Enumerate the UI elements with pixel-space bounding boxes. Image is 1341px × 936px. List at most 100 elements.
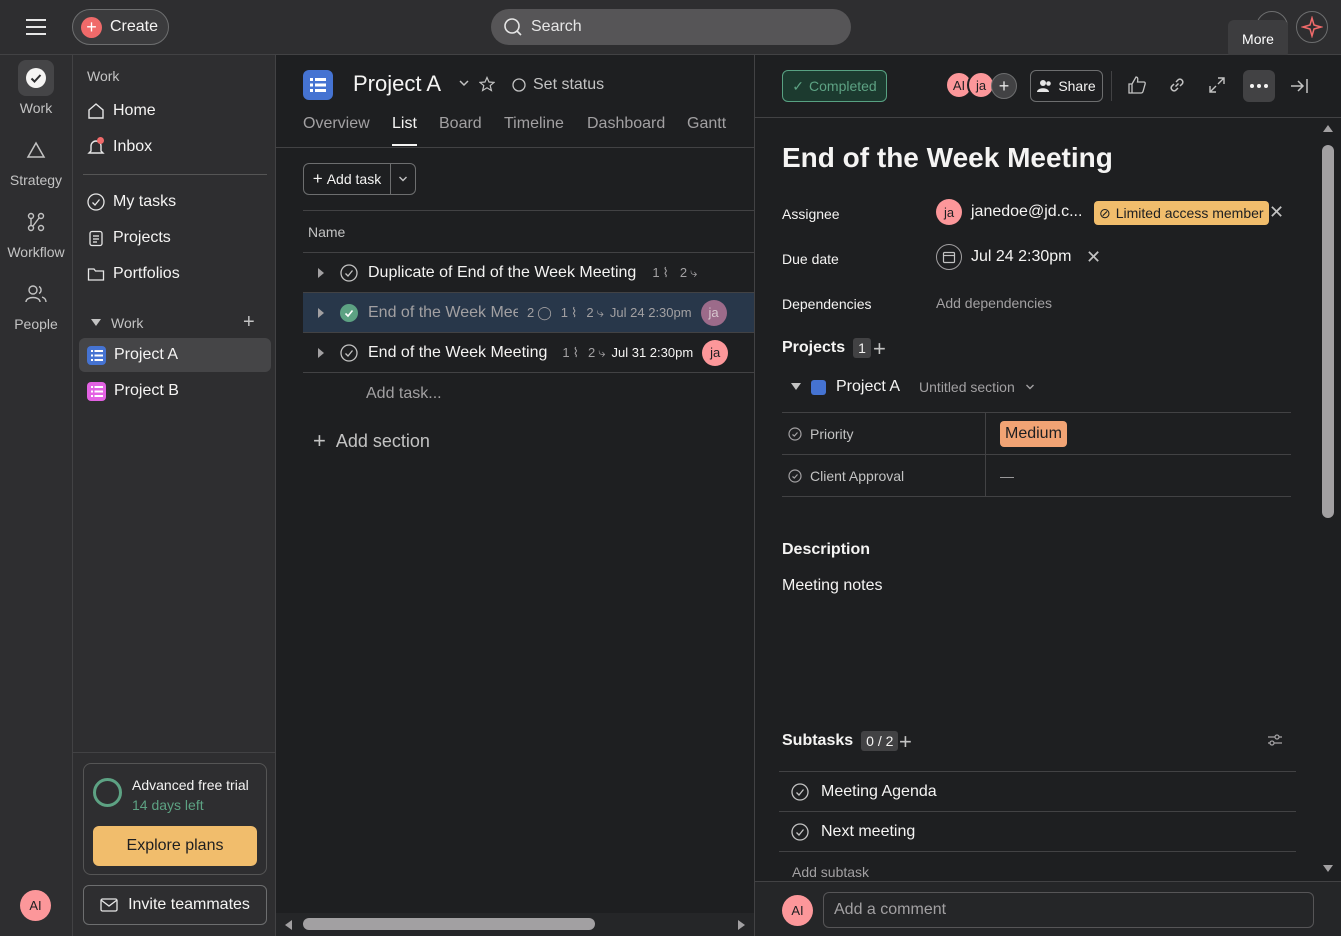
add-subtask-icon[interactable]: + <box>899 729 912 755</box>
rail-item-workflow[interactable]: Workflow <box>0 204 72 260</box>
link-icon[interactable] <box>1167 75 1187 95</box>
list-icon <box>87 345 106 365</box>
clear-due-date-icon[interactable]: ✕ <box>1086 248 1101 266</box>
share-button[interactable]: Share <box>1030 70 1103 102</box>
set-status-button[interactable]: Set status <box>512 76 604 94</box>
section-dropdown[interactable]: Untitled section <box>919 379 1015 395</box>
sidebar-item-projects[interactable]: Projects <box>79 221 271 255</box>
project-name[interactable]: Project A <box>836 378 900 396</box>
task-due-date[interactable]: Jul 31 2:30pm <box>611 345 693 360</box>
description-text[interactable]: Meeting notes <box>782 577 883 595</box>
rail-item-work[interactable]: Work <box>0 60 72 116</box>
star-icon[interactable] <box>479 76 495 92</box>
close-pane-icon[interactable] <box>1289 76 1309 96</box>
table-row[interactable]: Duplicate of End of the Week Meeting 1 ⌇… <box>303 253 754 293</box>
scrollbar-thumb[interactable] <box>1322 145 1334 518</box>
sidebar-item-home[interactable]: Home <box>79 94 271 128</box>
explore-plans-button[interactable]: Explore plans <box>93 826 257 866</box>
tab-gantt[interactable]: Gantt <box>687 115 726 133</box>
add-collaborator-button[interactable]: + <box>991 73 1017 99</box>
subtask-name[interactable]: Next meeting <box>821 823 915 841</box>
scroll-down-icon[interactable] <box>1322 864 1334 874</box>
tab-list[interactable]: List <box>392 115 417 133</box>
like-icon[interactable] <box>1127 75 1147 95</box>
sidebar-item-project-b[interactable]: Project B <box>79 374 271 408</box>
add-project-icon[interactable]: + <box>243 312 255 332</box>
horizontal-scrollbar[interactable] <box>276 913 754 936</box>
remove-assignee-icon[interactable]: ✕ <box>1269 203 1284 221</box>
tab-board[interactable]: Board <box>439 115 482 133</box>
add-task-dropdown[interactable] <box>391 164 415 194</box>
scroll-left-icon[interactable] <box>283 919 293 931</box>
add-task-button[interactable]: + Add task <box>303 163 416 195</box>
more-actions-button[interactable] <box>1243 70 1275 102</box>
subtask-sort-icon[interactable] <box>1267 733 1283 747</box>
comment-input[interactable]: Add a comment <box>823 892 1314 928</box>
tab-dashboard[interactable]: Dashboard <box>587 115 665 133</box>
invite-teammates-button[interactable]: Invite teammates <box>83 885 267 925</box>
expand-caret-icon[interactable] <box>317 307 325 319</box>
attachment-count: 1 <box>560 305 569 320</box>
rail-item-strategy[interactable]: Strategy <box>0 132 72 188</box>
task-name[interactable]: End of the Week Meeting <box>368 344 547 362</box>
create-button[interactable]: + Create <box>72 9 169 45</box>
work-group-header[interactable]: Work <box>91 315 143 331</box>
add-dependencies-link[interactable]: Add dependencies <box>936 295 1052 311</box>
custom-field-client-approval[interactable]: Client Approval — <box>782 455 1291 497</box>
rail-item-people[interactable]: People <box>0 276 72 332</box>
task-name[interactable]: End of the Week Mee <box>368 304 518 322</box>
task-title[interactable]: End of the Week Meeting <box>782 142 1113 174</box>
subtask-name[interactable]: Meeting Agenda <box>821 783 937 801</box>
due-date-field[interactable]: Jul 24 2:30pm <box>936 244 1072 270</box>
task-meta: 1 ⌇ 2 ⤷ Jul 31 2:30pm <box>562 345 693 361</box>
sidebar-item-my-tasks[interactable]: My tasks <box>79 185 271 219</box>
page-title[interactable]: Project A <box>353 71 441 97</box>
table-row[interactable]: End of the Week Mee 2 ◯ 1 ⌇ 2 ⤷ Jul 24 2… <box>303 293 754 333</box>
task-due-date[interactable]: Jul 24 2:30pm <box>610 305 692 320</box>
tab-overview[interactable]: Overview <box>303 115 370 133</box>
task-check-icon[interactable] <box>340 263 358 282</box>
task-completed-icon[interactable] <box>340 303 358 322</box>
field-type-icon <box>788 468 802 483</box>
sidebar-item-inbox[interactable]: Inbox <box>79 130 271 164</box>
caret-down-icon[interactable] <box>791 383 801 391</box>
add-project-icon[interactable]: + <box>873 336 886 362</box>
table-row[interactable]: End of the Week Meeting 1 ⌇ 2 ⤷ Jul 31 2… <box>303 333 754 373</box>
scrollbar-thumb[interactable] <box>303 918 595 930</box>
project-row[interactable]: Project A Untitled section <box>791 378 1035 396</box>
task-name[interactable]: Duplicate of End of the Week Meeting <box>368 264 636 282</box>
vertical-scrollbar[interactable] <box>1318 118 1338 881</box>
mark-complete-button[interactable]: ✓ Completed <box>782 70 887 102</box>
chevron-down-icon[interactable] <box>458 77 470 89</box>
column-header-name[interactable]: Name <box>308 224 345 240</box>
expand-caret-icon[interactable] <box>317 267 325 279</box>
subtask-row[interactable]: Next meeting <box>779 811 1296 851</box>
sidebar-item-portfolios[interactable]: Portfolios <box>79 257 271 291</box>
field-value[interactable]: — <box>1000 468 1014 484</box>
task-check-icon[interactable] <box>791 782 809 801</box>
scroll-up-icon[interactable] <box>1322 123 1334 133</box>
ai-assistant-button[interactable] <box>1296 11 1328 43</box>
tab-timeline[interactable]: Timeline <box>504 115 564 133</box>
menu-icon[interactable] <box>24 16 48 38</box>
search-input[interactable]: Search <box>491 9 851 45</box>
add-task-inline[interactable]: Add task... <box>366 385 442 403</box>
expand-icon[interactable] <box>1207 75 1227 95</box>
priority-badge[interactable]: Medium <box>1000 420 1067 447</box>
assignee-avatar[interactable]: ja <box>700 299 727 326</box>
custom-field-priority[interactable]: Priority Medium <box>782 413 1291 455</box>
subtask-row[interactable]: Meeting Agenda <box>779 771 1296 811</box>
add-task-main[interactable]: + Add task <box>304 164 391 194</box>
sidebar-item-project-a[interactable]: Project A <box>79 338 271 372</box>
assignee-avatar[interactable]: ja <box>702 339 729 366</box>
task-check-icon[interactable] <box>340 343 358 362</box>
chevron-down-icon[interactable] <box>1025 382 1035 392</box>
task-check-icon[interactable] <box>791 822 809 841</box>
scroll-right-icon[interactable] <box>737 919 747 931</box>
add-section-button[interactable]: + Add section <box>313 428 430 454</box>
user-avatar[interactable]: AI <box>20 890 51 921</box>
assignee-field[interactable]: ja janedoe@jd.c... <box>936 199 1082 225</box>
expand-caret-icon[interactable] <box>317 347 325 359</box>
rail-label-strategy: Strategy <box>9 172 63 188</box>
add-subtask-link[interactable]: Add subtask <box>792 864 869 880</box>
